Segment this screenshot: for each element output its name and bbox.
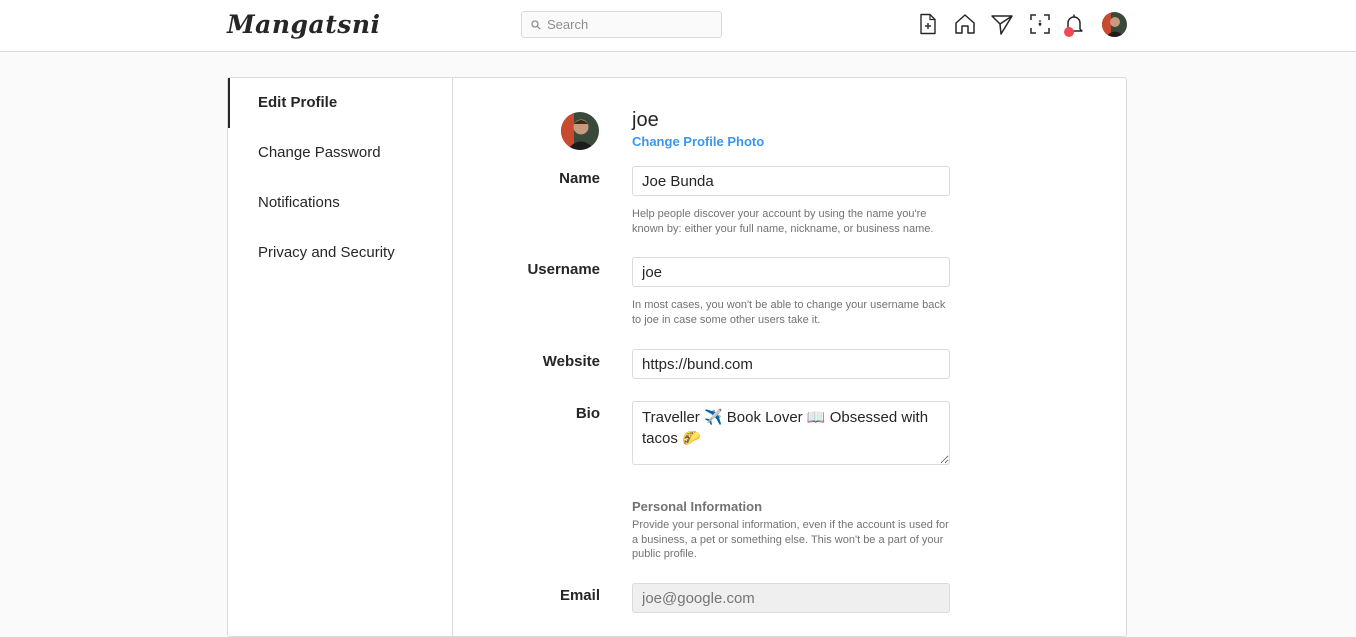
search-box[interactable] <box>521 11 722 38</box>
top-nav-bar: Mangatsni <box>0 0 1356 52</box>
search-input[interactable] <box>547 12 717 37</box>
sidebar-item-change-password[interactable]: Change Password <box>228 128 452 178</box>
sidebar-item-edit-profile[interactable]: Edit Profile <box>228 78 452 128</box>
settings-sidebar: Edit Profile Change Password Notificatio… <box>228 78 453 636</box>
personal-info-title: Personal Information <box>632 499 763 514</box>
direct-icon[interactable] <box>990 12 1014 36</box>
search-icon <box>531 20 541 30</box>
website-field[interactable] <box>632 349 950 379</box>
name-help-text: Help people discover your account by usi… <box>632 208 934 235</box>
email-field[interactable] <box>632 583 950 613</box>
name-label: Name <box>559 170 600 187</box>
sidebar-item-privacy-security[interactable]: Privacy and Security <box>228 228 452 278</box>
notification-dot <box>1064 27 1074 37</box>
email-label: Email <box>559 587 600 604</box>
avatar-image <box>561 112 599 150</box>
change-profile-photo-link[interactable]: Change Profile Photo <box>632 134 764 149</box>
name-field[interactable] <box>632 166 950 196</box>
new-post-icon[interactable] <box>916 12 940 36</box>
app-logo[interactable]: Mangatsni <box>227 10 381 39</box>
bio-label: Bio <box>575 405 600 422</box>
sidebar-item-notifications[interactable]: Notifications <box>228 178 452 228</box>
explore-icon[interactable] <box>1028 12 1052 36</box>
username-label: Username <box>527 261 600 278</box>
settings-card: Edit Profile Change Password Notificatio… <box>227 77 1127 637</box>
website-label: Website <box>542 353 600 370</box>
personal-info-help: Provide your personal information, even … <box>632 519 949 560</box>
bio-textarea[interactable]: Traveller ✈️ Book Lover 📖 Obsessed with … <box>632 401 950 465</box>
nav-avatar[interactable] <box>1102 12 1127 37</box>
username-help-text: In most cases, you won't be able to chan… <box>632 299 946 326</box>
profile-avatar[interactable] <box>561 112 599 150</box>
edit-profile-form: joe Change Profile Photo Name Help peopl… <box>454 78 1126 636</box>
profile-username: joe <box>632 109 659 131</box>
home-icon[interactable] <box>953 12 977 36</box>
username-field[interactable] <box>632 257 950 287</box>
avatar-image <box>1102 12 1127 37</box>
